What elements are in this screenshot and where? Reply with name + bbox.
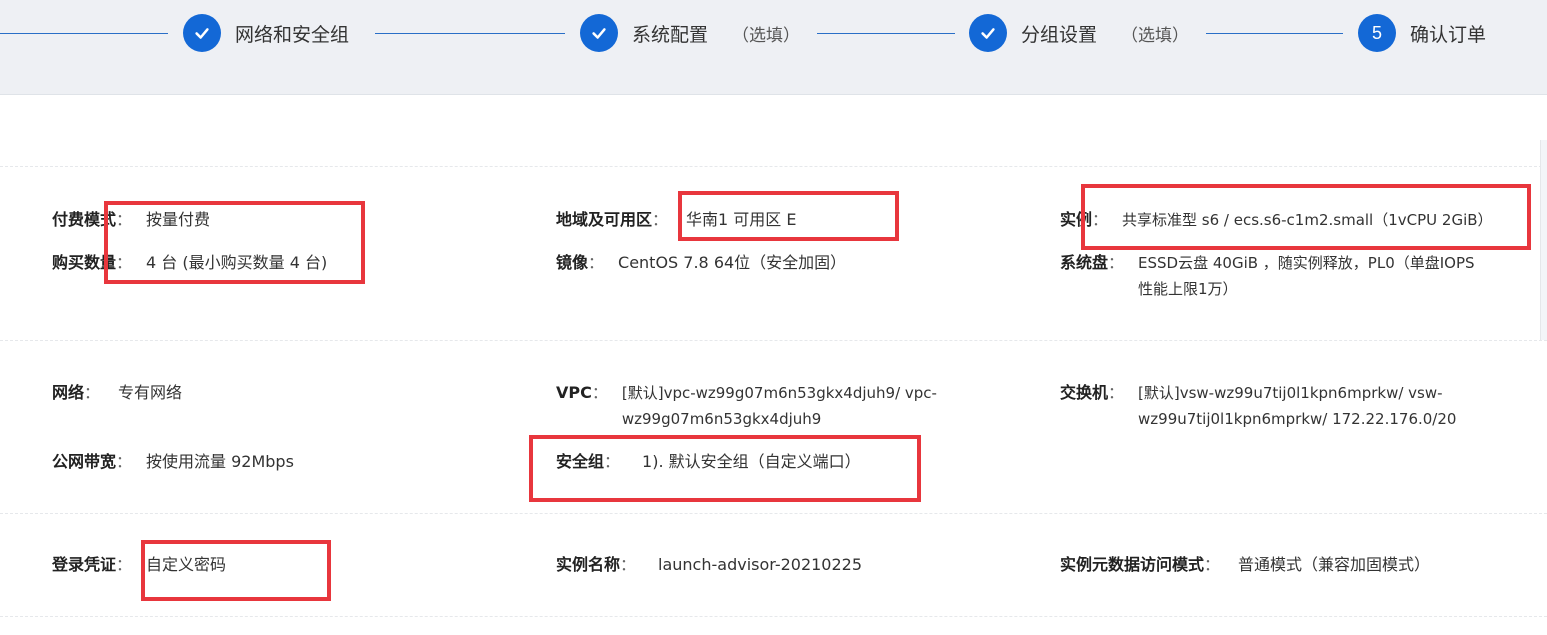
network-item: 网络： 专有网络 (52, 380, 182, 406)
vpc-value-line1: [默认]vpc-wz99g07m6n53gkx4djuh9/ vpc- (621, 384, 937, 402)
vpc-label: VPC (556, 383, 592, 402)
image-value: CentOS 7.8 64位（安全加固） (618, 253, 847, 272)
vpc-value-line2: wz99g07m6n53gkx4djuh9 (621, 410, 822, 428)
system-disk-value: ESSD云盘 40GiB ，随实例释放，PL0（单盘IOPS 性能上限1万） (1138, 250, 1475, 302)
side-panel-edge (1540, 140, 1547, 340)
check-icon (183, 14, 221, 52)
steps-bar: 网络和安全组 系统配置 （选填） 分组设置 （选填） 5 确认订单 (0, 0, 1547, 95)
step-number: 5 (1358, 14, 1396, 52)
colon: ： (588, 253, 605, 272)
step-label: 分组设置 (1021, 23, 1098, 46)
system-disk-value-line1: ESSD云盘 40GiB ，随实例释放，PL0（单盘IOPS (1138, 254, 1475, 272)
section-divider (0, 340, 1547, 341)
step-optional-tag: （选填） (732, 25, 801, 46)
step-label: 网络和安全组 (235, 23, 350, 46)
instance-name-item: 实例名称： launch-advisor-20210225 (556, 552, 862, 578)
image-label: 镜像 (556, 253, 589, 272)
vswitch-value: [默认]vsw-wz99u7tij0l1kpn6mprkw/ vsw- wz99… (1138, 380, 1456, 432)
colon: ： (84, 383, 101, 402)
step-connector (375, 33, 565, 34)
step-confirm-order[interactable]: 5 确认订单 (1358, 13, 1486, 53)
vswitch-value-line2: wz99u7tij0l1kpn6mprkw/ 172.22.176.0/20 (1138, 410, 1457, 428)
colon: ： (1204, 555, 1221, 574)
region-label: 地域及可用区 (556, 210, 653, 229)
step-label: 系统配置 (632, 23, 709, 46)
step-network-security[interactable]: 网络和安全组 (183, 13, 349, 53)
credential-label: 登录凭证 (52, 555, 117, 574)
highlight-box-credential (141, 540, 331, 601)
step-label: 确认订单 (1410, 23, 1487, 46)
system-disk-label: 系统盘 (1060, 253, 1109, 272)
colon: ： (591, 383, 608, 402)
colon: ： (1108, 253, 1125, 272)
step-optional-tag: （选填） (1121, 25, 1190, 46)
vswitch-value-line1: [默认]vsw-wz99u7tij0l1kpn6mprkw/ vsw- (1138, 384, 1443, 402)
bandwidth-item: 公网带宽： 按使用流量 92Mbps (52, 449, 294, 475)
network-label: 网络 (52, 383, 85, 402)
metadata-mode-value: 普通模式（兼容加固模式） (1238, 555, 1431, 574)
image-item: 镜像： CentOS 7.8 64位（安全加固） (556, 250, 846, 276)
highlight-box-security-group (529, 435, 921, 502)
highlight-box-instance (1081, 184, 1531, 250)
metadata-mode-label: 实例元数据访问模式 (1060, 555, 1205, 574)
metadata-mode-item: 实例元数据访问模式： 普通模式（兼容加固模式） (1060, 552, 1430, 578)
check-icon (969, 14, 1007, 52)
section-divider (0, 616, 1547, 617)
system-disk-item: 系统盘： ESSD云盘 40GiB ，随实例释放，PL0（单盘IOPS 性能上限… (1060, 250, 1475, 302)
step-system-config[interactable]: 系统配置 （选填） (580, 13, 800, 53)
section-divider (0, 513, 1547, 514)
colon: ： (116, 452, 133, 471)
colon: ： (620, 555, 637, 574)
step-group-settings[interactable]: 分组设置 （选填） (969, 13, 1189, 53)
vpc-value: [默认]vpc-wz99g07m6n53gkx4djuh9/ vpc- wz99… (622, 380, 937, 432)
colon: ： (1108, 383, 1125, 402)
instance-name-value: launch-advisor-20210225 (658, 555, 863, 574)
vswitch-label: 交换机 (1060, 383, 1109, 402)
highlight-box-billing (104, 201, 365, 284)
instance-name-label: 实例名称 (556, 555, 621, 574)
vswitch-item: 交换机： [默认]vsw-wz99u7tij0l1kpn6mprkw/ vsw-… (1060, 380, 1456, 432)
bandwidth-value: 按使用流量 92Mbps (146, 452, 294, 471)
step-connector (1206, 33, 1343, 34)
network-value: 专有网络 (118, 383, 183, 402)
bandwidth-label: 公网带宽 (52, 452, 117, 471)
check-icon (580, 14, 618, 52)
highlight-box-region (678, 191, 899, 241)
vpc-item: VPC： [默认]vpc-wz99g07m6n53gkx4djuh9/ vpc-… (556, 380, 937, 432)
step-connector (817, 33, 955, 34)
section-divider (0, 166, 1547, 167)
step-connector (0, 33, 168, 34)
system-disk-value-line2: 性能上限1万） (1138, 280, 1238, 298)
